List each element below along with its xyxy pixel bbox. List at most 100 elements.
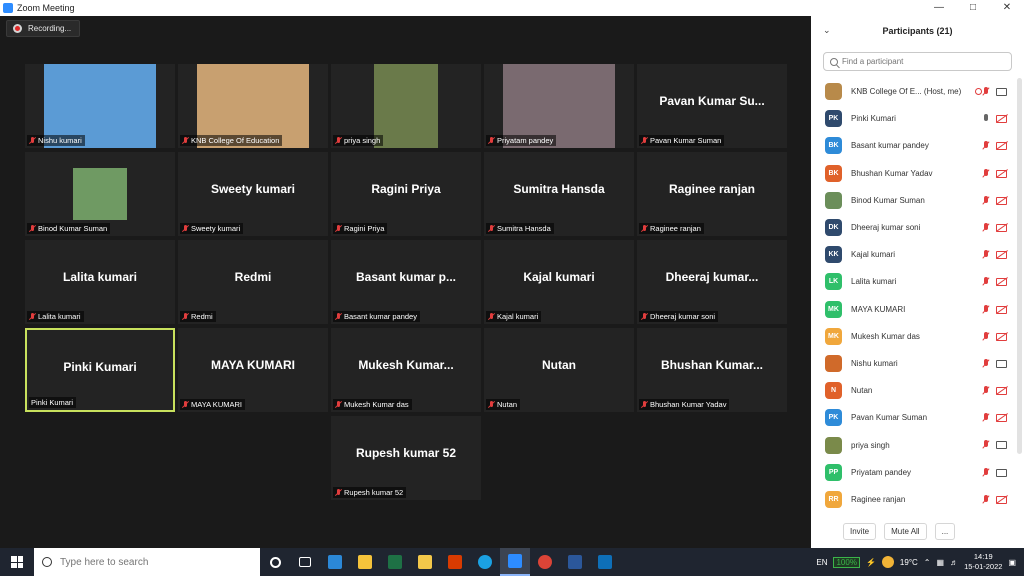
video-tile[interactable]: Redmi Redmi	[178, 240, 328, 324]
camera-off-icon[interactable]	[996, 142, 1007, 151]
video-tile[interactable]: Sweety kumari Sweety kumari	[178, 152, 328, 236]
camera-off-icon[interactable]	[996, 196, 1007, 205]
participant-row[interactable]: PK Pinki Kumari	[811, 105, 1016, 132]
participant-row[interactable]: Nishu kumari	[811, 350, 1016, 377]
photos-icon[interactable]	[590, 548, 620, 576]
camera-off-icon[interactable]	[996, 223, 1007, 232]
weather-temperature[interactable]: 19°C	[900, 558, 918, 567]
muted-mic-icon[interactable]	[982, 222, 990, 233]
participant-row[interactable]: N Nutan	[811, 377, 1016, 404]
taskbar-search[interactable]	[34, 548, 260, 576]
video-tile[interactable]: Pinki Kumari Pinki Kumari	[25, 328, 175, 412]
cortana-icon[interactable]	[260, 548, 290, 576]
office-icon[interactable]	[440, 548, 470, 576]
language-indicator[interactable]: EN	[816, 558, 827, 567]
muted-mic-icon[interactable]	[982, 195, 990, 206]
muted-mic-icon[interactable]	[982, 467, 990, 478]
start-button[interactable]	[0, 548, 34, 576]
collapse-chevron-icon[interactable]: ⌄	[823, 25, 831, 36]
participant-row[interactable]: RR Raginee ranjan	[811, 486, 1016, 513]
file-explorer-icon[interactable]	[410, 548, 440, 576]
muted-mic-icon[interactable]	[982, 331, 990, 342]
participant-search[interactable]	[823, 52, 1012, 71]
camera-off-icon[interactable]	[996, 169, 1007, 178]
video-tile[interactable]: Dheeraj kumar... Dheeraj kumar soni	[637, 240, 787, 324]
video-tile[interactable]: Ragini Priya Ragini Priya	[331, 152, 481, 236]
muted-mic-icon[interactable]	[982, 277, 990, 287]
participant-row[interactable]: DK Dheeraj kumar soni	[811, 214, 1016, 241]
participant-row[interactable]: Binod Kumar Suman	[811, 187, 1016, 214]
camera-icon[interactable]	[996, 88, 1007, 96]
video-tile[interactable]: Raginee ranjan Raginee ranjan	[637, 152, 787, 236]
participant-search-input[interactable]	[842, 57, 1002, 66]
more-options-button[interactable]: ...	[934, 523, 956, 540]
taskbar-search-input[interactable]	[60, 556, 240, 568]
video-tile[interactable]: Bhushan Kumar... Bhushan Kumar Yadav	[637, 328, 787, 412]
video-tile[interactable]: Lalita kumari Lalita kumari	[25, 240, 175, 324]
muted-mic-icon[interactable]	[982, 440, 990, 450]
participant-row[interactable]: priya singh	[811, 431, 1016, 458]
video-tile[interactable]: Priyatam pandey	[484, 64, 634, 148]
notification-icon[interactable]: ▣	[1008, 558, 1016, 567]
video-tile[interactable]: KNB College Of Education	[178, 64, 328, 148]
muted-mic-icon[interactable]	[982, 168, 990, 179]
participant-row[interactable]: PP Priyatam pandey	[811, 459, 1016, 486]
minimize-button[interactable]: —	[922, 0, 956, 16]
close-button[interactable]: ✕	[990, 0, 1024, 16]
volume-icon[interactable]: ♬	[950, 558, 958, 567]
mic-icon[interactable]	[982, 114, 990, 124]
participant-row[interactable]: MK Mukesh Kumar das	[811, 323, 1016, 350]
camera-off-icon[interactable]	[996, 332, 1007, 341]
zoom-taskbar-icon[interactable]	[500, 548, 530, 576]
recording-indicator[interactable]: Recording...	[6, 20, 81, 37]
camera-off-icon[interactable]	[996, 414, 1007, 423]
video-tile[interactable]: Nutan Nutan	[484, 328, 634, 412]
video-tile[interactable]: priya singh	[331, 64, 481, 148]
excel-icon[interactable]	[380, 548, 410, 576]
muted-mic-icon[interactable]	[982, 386, 990, 396]
video-tile[interactable]: Sumitra Hansda Sumitra Hansda	[484, 152, 634, 236]
video-tile[interactable]: Mukesh Kumar... Mukesh Kumar das	[331, 328, 481, 412]
camera-off-icon[interactable]	[996, 115, 1007, 124]
video-tile[interactable]: Kajal kumari Kajal kumari	[484, 240, 634, 324]
participant-list-scrollbar[interactable]	[1017, 78, 1022, 454]
participant-row[interactable]: PK Pavan Kumar Suman	[811, 404, 1016, 431]
edge-icon[interactable]	[470, 548, 500, 576]
camera-icon[interactable]	[996, 441, 1007, 450]
video-tile[interactable]: Rupesh kumar 52 Rupesh kumar 52	[331, 416, 481, 500]
video-tile[interactable]: Nishu kumari	[25, 64, 175, 148]
participant-row[interactable]: LK Lalita kumari	[811, 268, 1016, 295]
video-tile[interactable]: Basant kumar p... Basant kumar pandey	[331, 240, 481, 324]
network-icon[interactable]: ▦	[937, 558, 945, 567]
participant-row[interactable]: BK Bhushan Kumar Yadav	[811, 160, 1016, 187]
maximize-button[interactable]: □	[956, 0, 990, 16]
muted-mic-icon[interactable]	[982, 358, 990, 369]
camera-icon[interactable]	[996, 359, 1007, 368]
video-tile[interactable]: Binod Kumar Suman	[25, 152, 175, 236]
video-tile[interactable]: Pavan Kumar Su... Pavan Kumar Suman	[637, 64, 787, 148]
camera-off-icon[interactable]	[996, 495, 1007, 504]
muted-mic-icon[interactable]	[982, 141, 990, 151]
chevron-up-icon[interactable]: ⌃	[924, 558, 931, 567]
word-icon[interactable]	[560, 548, 590, 576]
muted-mic-icon[interactable]	[982, 250, 990, 260]
muted-mic-icon[interactable]	[982, 304, 990, 315]
camera-off-icon[interactable]	[996, 305, 1007, 314]
app-icon-1[interactable]	[320, 548, 350, 576]
participant-row[interactable]: BK Basant kumar pandey	[811, 132, 1016, 159]
participant-row[interactable]: KNB College Of E... (Host, me)	[811, 78, 1016, 105]
muted-mic-icon[interactable]	[982, 413, 990, 423]
store-icon[interactable]	[350, 548, 380, 576]
participant-row[interactable]: MK MAYA KUMARI	[811, 296, 1016, 323]
camera-icon[interactable]	[996, 468, 1007, 477]
muted-mic-icon[interactable]	[982, 494, 990, 505]
camera-off-icon[interactable]	[996, 387, 1007, 396]
clock[interactable]: 14:19 15-01-2022	[964, 552, 1002, 572]
chrome-icon[interactable]	[530, 548, 560, 576]
camera-off-icon[interactable]	[996, 251, 1007, 260]
muted-mic-icon[interactable]	[982, 87, 990, 97]
participant-row[interactable]: KK Kajal kumari	[811, 241, 1016, 268]
task-view-icon[interactable]	[290, 548, 320, 576]
battery-indicator[interactable]: 100%	[833, 556, 860, 568]
mute-all-button[interactable]: Mute All	[884, 523, 927, 540]
